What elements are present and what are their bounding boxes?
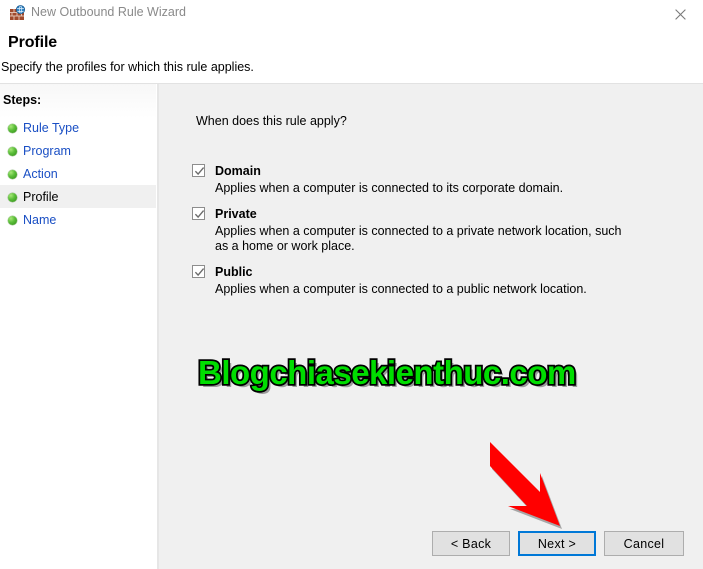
- sidebar-item-label: Name: [23, 212, 57, 227]
- checkbox-checked-icon[interactable]: [192, 207, 205, 220]
- title-bar: New Outbound Rule Wizard: [0, 0, 703, 28]
- option-label: Public: [215, 264, 253, 279]
- back-button[interactable]: < Back: [432, 531, 510, 556]
- option-description: Applies when a computer is connected to …: [215, 181, 564, 195]
- sidebar-item-profile[interactable]: Profile: [0, 185, 156, 208]
- sidebar-item-program[interactable]: Program: [0, 139, 156, 162]
- green-bullet-icon: [8, 170, 17, 179]
- option-public: Public Applies when a computer is connec…: [192, 263, 672, 297]
- watermark-text: Blogchiasekienthuc.com: [196, 352, 578, 393]
- sidebar-item-rule-type[interactable]: Rule Type: [0, 116, 156, 139]
- page-subtitle: Specify the profiles for which this rule…: [1, 60, 254, 74]
- sidebar-item-label: Program: [23, 143, 71, 158]
- profile-options-group: Domain Applies when a computer is connec…: [192, 162, 672, 306]
- steps-sidebar: Steps: Rule Type Program Action Profile …: [0, 84, 156, 569]
- checkbox-checked-icon[interactable]: [192, 164, 205, 177]
- option-domain: Domain Applies when a computer is connec…: [192, 162, 672, 196]
- green-bullet-icon: [8, 124, 17, 133]
- sidebar-item-name[interactable]: Name: [0, 208, 156, 231]
- question-label: When does this rule apply?: [196, 114, 347, 128]
- domain-checkbox-row[interactable]: Domain: [192, 162, 672, 179]
- close-button[interactable]: [657, 0, 703, 28]
- green-bullet-icon: [8, 193, 17, 202]
- next-button[interactable]: Next >: [518, 531, 596, 556]
- steps-list: Rule Type Program Action Profile Name: [0, 116, 156, 231]
- wizard-button-row: < Back Next > Cancel: [159, 531, 703, 569]
- cancel-button[interactable]: Cancel: [604, 531, 684, 556]
- green-bullet-icon: [8, 147, 17, 156]
- close-icon: [674, 8, 686, 20]
- wizard-header: Profile Specify the profiles for which t…: [0, 28, 703, 84]
- option-label: Domain: [215, 163, 261, 178]
- option-description: Applies when a computer is connected to …: [215, 282, 587, 296]
- window-title: New Outbound Rule Wizard: [31, 5, 186, 19]
- sidebar-item-label: Profile: [23, 189, 59, 204]
- firewall-globe-icon: [9, 5, 26, 22]
- green-bullet-icon: [8, 216, 17, 225]
- checkbox-checked-icon[interactable]: [192, 265, 205, 278]
- sidebar-item-action[interactable]: Action: [0, 162, 156, 185]
- main-content: When does this rule apply? Domain Applie…: [159, 84, 703, 569]
- option-description: Applies when a computer is connected to …: [215, 224, 622, 253]
- private-checkbox-row[interactable]: Private: [192, 205, 672, 222]
- page-title: Profile: [8, 34, 58, 51]
- public-checkbox-row[interactable]: Public: [192, 263, 672, 280]
- option-label: Private: [215, 206, 257, 221]
- steps-heading: Steps:: [3, 93, 42, 107]
- sidebar-item-label: Action: [23, 166, 58, 181]
- sidebar-item-label: Rule Type: [23, 120, 80, 135]
- option-private: Private Applies when a computer is conne…: [192, 205, 672, 254]
